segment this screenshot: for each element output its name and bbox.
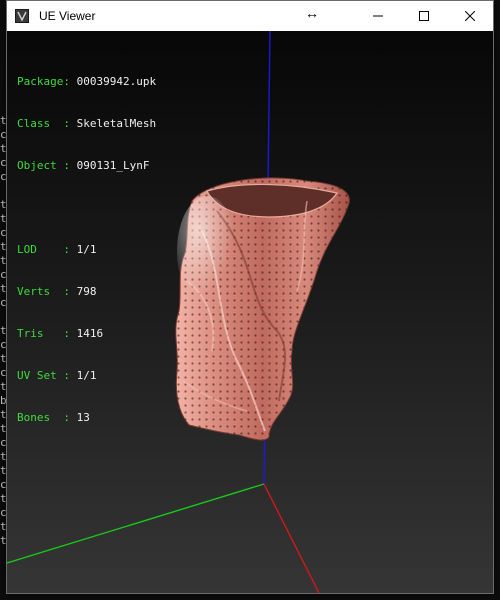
class-value: SkeletalMesh (76, 117, 157, 130)
verts-row: Verts : 798 (17, 285, 156, 299)
package-label: Package: (17, 75, 70, 88)
y-axis (7, 483, 265, 564)
tris-label: Tris : (17, 327, 70, 340)
verts-label: Verts : (17, 285, 70, 298)
bones-row: Bones : 13 (17, 411, 156, 425)
ue-viewer-window: UE Viewer ↔ Package: 00039942.upk Class … (6, 0, 494, 594)
close-button[interactable] (447, 1, 493, 31)
bones-value: 13 (76, 411, 90, 424)
bones-label: Bones : (17, 411, 70, 424)
skeletal-mesh (175, 177, 350, 441)
uvset-value: 1/1 (76, 369, 97, 382)
package-value: 00039942.upk (76, 75, 157, 88)
lod-value: 1/1 (76, 243, 97, 256)
viewport[interactable]: Package: 00039942.upk Class : SkeletalMe… (7, 31, 493, 593)
uvset-row: UV Set : 1/1 (17, 369, 156, 383)
close-icon (465, 11, 475, 21)
x-axis (263, 483, 320, 593)
lod-label: LOD : (17, 243, 70, 256)
mesh-info-panel: Package: 00039942.upk Class : SkeletalMe… (17, 47, 156, 453)
minimize-icon (373, 15, 383, 17)
maximize-button[interactable] (401, 1, 447, 31)
verts-value: 798 (76, 285, 97, 298)
object-value: 090131_LynF (76, 159, 150, 172)
tris-row: Tris : 1416 (17, 327, 156, 341)
uvset-label: UV Set : (17, 369, 70, 382)
window-title: UE Viewer (39, 9, 96, 23)
lod-row: LOD : 1/1 (17, 243, 156, 257)
tris-value: 1416 (76, 327, 104, 340)
maximize-icon (419, 11, 429, 21)
object-label: Object : (17, 159, 70, 172)
class-row: Class : SkeletalMesh (17, 117, 156, 131)
class-label: Class : (17, 117, 70, 130)
title-bar[interactable]: UE Viewer ↔ (7, 1, 493, 31)
object-row: Object : 090131_LynF (17, 159, 156, 173)
resize-cursor-icon: ↔ (305, 5, 319, 21)
app-icon (15, 9, 29, 23)
package-row: Package: 00039942.upk (17, 75, 156, 89)
minimize-button[interactable] (355, 1, 401, 31)
